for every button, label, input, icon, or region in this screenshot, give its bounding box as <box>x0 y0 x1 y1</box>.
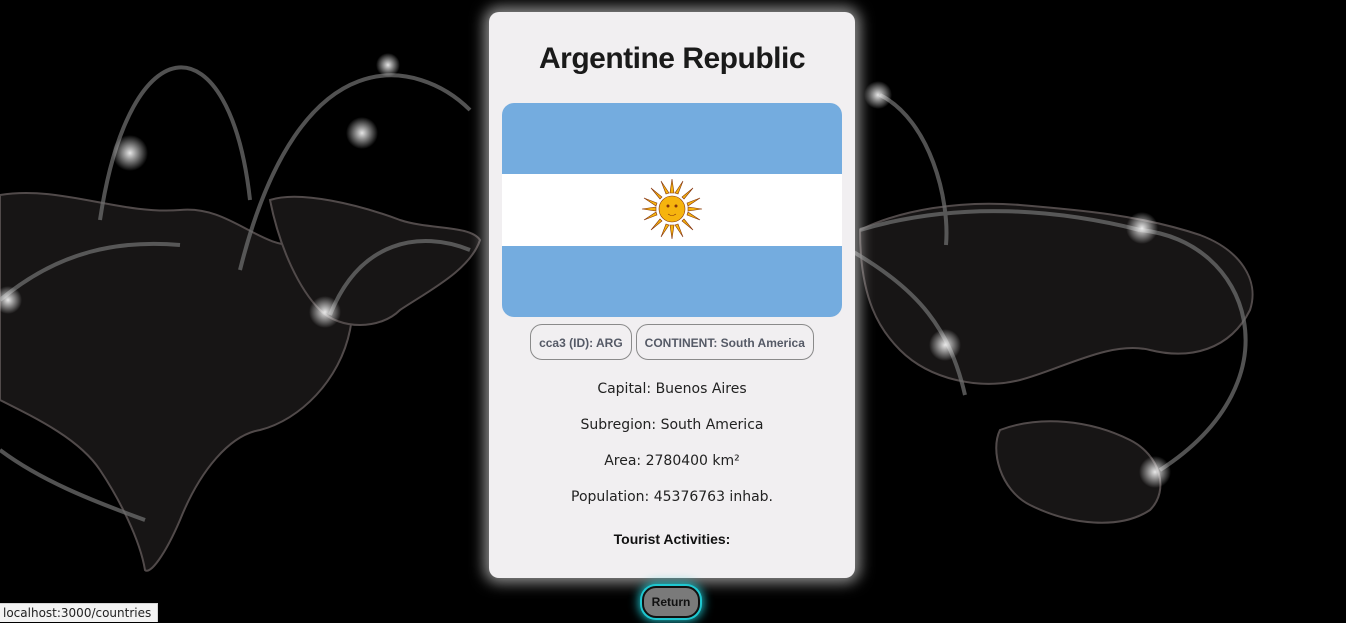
browser-status-bar: localhost:3000/countries <box>0 603 159 622</box>
area-text: Area: 2780400 km² <box>604 453 740 469</box>
country-chips: cca3 (ID): ARG CONTINENT: South America <box>489 324 855 360</box>
continent-chip: CONTINENT: South America <box>635 324 814 360</box>
sun-of-may-icon <box>641 179 703 240</box>
flag-middle-stripe <box>502 174 842 246</box>
country-id-chip: cca3 (ID): ARG <box>530 324 632 360</box>
return-button[interactable]: Return <box>642 586 700 618</box>
country-detail-card: Argentine Republic cca3 (ID): ARG CONTIN… <box>489 12 855 578</box>
tourist-activities-heading: Tourist Activities: <box>613 531 731 547</box>
flag-bottom-stripe <box>502 245 842 317</box>
capital-text: Capital: Buenos Aires <box>597 381 747 397</box>
subregion-text: Subregion: South America <box>580 417 764 433</box>
country-flag <box>502 103 842 317</box>
flag-top-stripe <box>502 103 842 175</box>
country-title: Argentine Republic <box>538 42 806 75</box>
population-text: Population: 45376763 inhab. <box>571 489 773 505</box>
